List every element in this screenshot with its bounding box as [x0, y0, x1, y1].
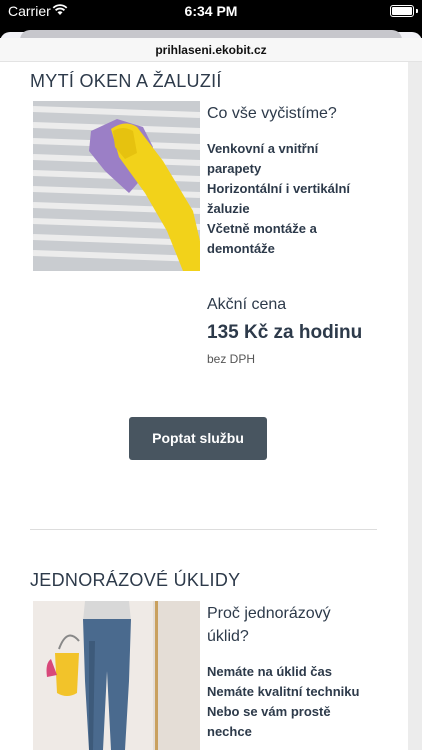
clock: 6:34 PM: [184, 3, 238, 19]
photo-cleaning-person: [33, 601, 200, 750]
feature-item: Horizontální i vertikální žaluzie: [207, 181, 351, 216]
battery-icon: [390, 5, 414, 17]
status-bar: Carrier 6:34 PM: [0, 0, 422, 24]
price-note: bez DPH: [207, 352, 256, 366]
page-scrollbar[interactable]: [408, 62, 422, 750]
page-content: MYTÍ OKEN A ŽALUZIÍ Co vše vyčistíme? Ve…: [0, 62, 422, 750]
windows-info: Co vše vyčistíme? Venkovní a vnitřní par…: [207, 102, 375, 259]
url-text: prihlaseni.ekobit.cz: [155, 43, 267, 57]
feature-item: Nemáte na úklid čas: [207, 664, 332, 679]
url-bar[interactable]: prihlaseni.ekobit.cz: [0, 38, 422, 62]
one-time-features: Nemáte na úklid čas Nemáte kvalitní tech…: [207, 662, 375, 742]
section-divider: [30, 529, 377, 530]
price-label: Akční cena: [207, 296, 287, 313]
section-title-one-time: JEDNORÁZOVÉ ÚKLIDY: [30, 570, 241, 590]
one-time-info: Proč jednorázový úklid? Nemáte na úklid …: [207, 602, 375, 742]
feature-item: Nemáte kvalitní techniku: [207, 684, 360, 699]
request-service-button[interactable]: Poptat službu: [129, 417, 267, 460]
feature-item: Včetně montáže a demontáže: [207, 221, 317, 256]
section-title-windows: MYTÍ OKEN A ŽALUZIÍ: [30, 71, 222, 91]
photo-window-cleaning: [33, 101, 200, 271]
feature-item: Nebo se vám prostě nechce: [207, 704, 331, 739]
battery-tip: [416, 9, 418, 13]
windows-features: Venkovní a vnitřní parapety Horizontální…: [207, 139, 375, 259]
one-time-question: Proč jednorázový úklid?: [207, 605, 331, 645]
windows-question: Co vše vyčistíme?: [207, 105, 337, 122]
feature-item: Venkovní a vnitřní parapety: [207, 141, 319, 176]
price-value: 135 Kč za hodinu: [207, 322, 363, 343]
